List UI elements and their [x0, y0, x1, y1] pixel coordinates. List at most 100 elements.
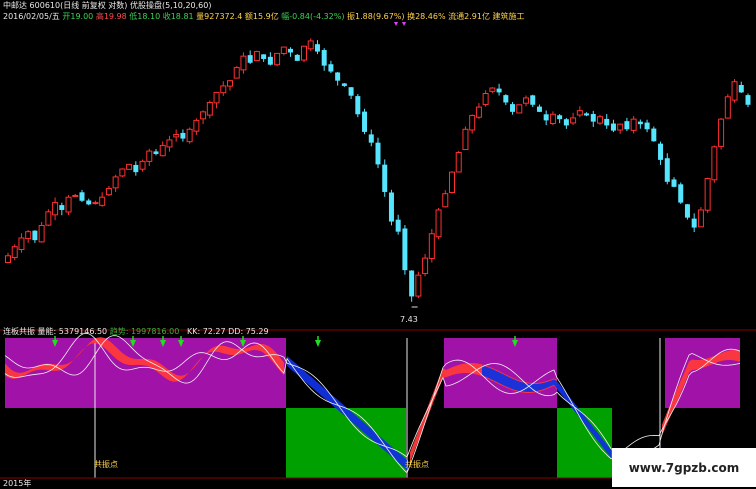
low-price-label: 7.43 [400, 315, 418, 324]
candle-body [711, 146, 718, 181]
sector-name[interactable]: 建筑施工 [492, 12, 524, 21]
candle-body [314, 44, 320, 52]
candle-body [590, 114, 596, 122]
kk-value: 72.27 [202, 327, 226, 336]
candle-body [549, 113, 556, 124]
amplitude-value: 1.88(9.67%) [355, 12, 405, 21]
ohlc-row: 2016/02/05/五 开19.00 高19.98 低18.10 收18.81… [3, 12, 525, 21]
candle-body [442, 193, 449, 208]
candle-body [409, 270, 415, 297]
candle-body [395, 219, 401, 232]
candle-body [59, 205, 65, 210]
candle-body [704, 178, 711, 211]
stock-code: 600610 [29, 1, 61, 10]
turnover-value: 28.46% [415, 12, 446, 21]
candle-body [72, 194, 79, 197]
kline-chart[interactable] [0, 0, 756, 487]
candle-body [99, 196, 106, 206]
candle-body [422, 257, 429, 275]
candle-body [678, 184, 684, 203]
candle-body [341, 83, 347, 86]
signal-markers [52, 22, 518, 347]
candle-body [105, 188, 112, 196]
candle-body [644, 122, 650, 130]
candle-body [139, 160, 146, 170]
candle-body [25, 231, 32, 240]
magenta-marker-icon [402, 22, 406, 26]
candle-body [186, 128, 193, 143]
candle-body [576, 110, 583, 116]
candle-body [280, 46, 287, 54]
candle-body [697, 209, 704, 228]
indicator-name[interactable]: 优股操盘(5,10,20,60) [130, 1, 212, 10]
candle-body [557, 115, 563, 120]
candle-body [18, 237, 25, 250]
sub-indicator-name[interactable]: 连板共振 [3, 327, 35, 336]
candle-body [133, 164, 139, 173]
candle-body [247, 55, 253, 63]
candle-body [126, 163, 133, 170]
candle-body [180, 132, 186, 139]
candle-body [428, 233, 435, 259]
candle-body [617, 123, 624, 131]
candle-body [193, 119, 200, 132]
candle-body [516, 104, 523, 114]
candle-body [321, 50, 327, 66]
candle-body [233, 67, 240, 79]
candle-body [355, 96, 361, 115]
candle-body [503, 95, 509, 103]
candle-body [240, 55, 247, 71]
change-value: -0.84(-4.32%) [289, 12, 345, 21]
candle-body [11, 246, 18, 258]
candle-body [630, 118, 637, 131]
candle-body [738, 84, 744, 93]
candle-body [469, 114, 476, 131]
candle-body [348, 87, 354, 96]
candle-body [5, 255, 11, 263]
candle-body [604, 118, 610, 126]
candle-body [335, 72, 341, 81]
candle-body [637, 121, 643, 125]
candle-body [146, 150, 153, 162]
candle-body [658, 143, 664, 160]
candle-body [307, 40, 314, 50]
watermark: www.7gpzb.com [612, 448, 756, 487]
candle-body [382, 164, 388, 192]
candle-body [745, 95, 751, 105]
candle-body [684, 204, 690, 218]
candle-body [449, 171, 455, 194]
candle-body [475, 106, 482, 118]
dd-value: 75.29 [245, 327, 269, 336]
candle-body [328, 64, 334, 72]
zone-green [286, 408, 406, 478]
candle-body [718, 118, 725, 147]
candle-body [38, 225, 45, 243]
high-value: 19.98 [103, 12, 127, 21]
candle-body [584, 113, 590, 116]
candle-body [253, 51, 260, 62]
candle-body [530, 95, 536, 105]
candle-body [153, 151, 159, 154]
candle-body [482, 92, 489, 105]
candle-body [489, 87, 496, 92]
candle-body [32, 230, 38, 241]
trend-value: 1997816.00 [130, 327, 180, 336]
candle-body [119, 168, 126, 177]
candle-body [455, 152, 462, 173]
bar-date: 2016/02/05/五 [3, 12, 60, 21]
candle-body [597, 116, 603, 124]
candle-body [388, 192, 394, 222]
candle-body [724, 96, 731, 119]
volume-value: 927372.4 [204, 12, 243, 21]
candle-body [294, 54, 300, 61]
candle-body [79, 192, 85, 201]
title-row: 中邮达 600610(日线 前复权 对数) 优股操盘(5,10,20,60) [3, 0, 211, 11]
candle-body [536, 106, 542, 112]
candle-body [213, 91, 220, 104]
candle-body [220, 85, 227, 94]
amount-value: 15.9亿 [252, 12, 279, 21]
candle-body [274, 52, 281, 66]
close-value: 18.81 [170, 12, 194, 21]
signal-label-2: 共振点 [405, 460, 429, 469]
candle-body [166, 139, 173, 148]
